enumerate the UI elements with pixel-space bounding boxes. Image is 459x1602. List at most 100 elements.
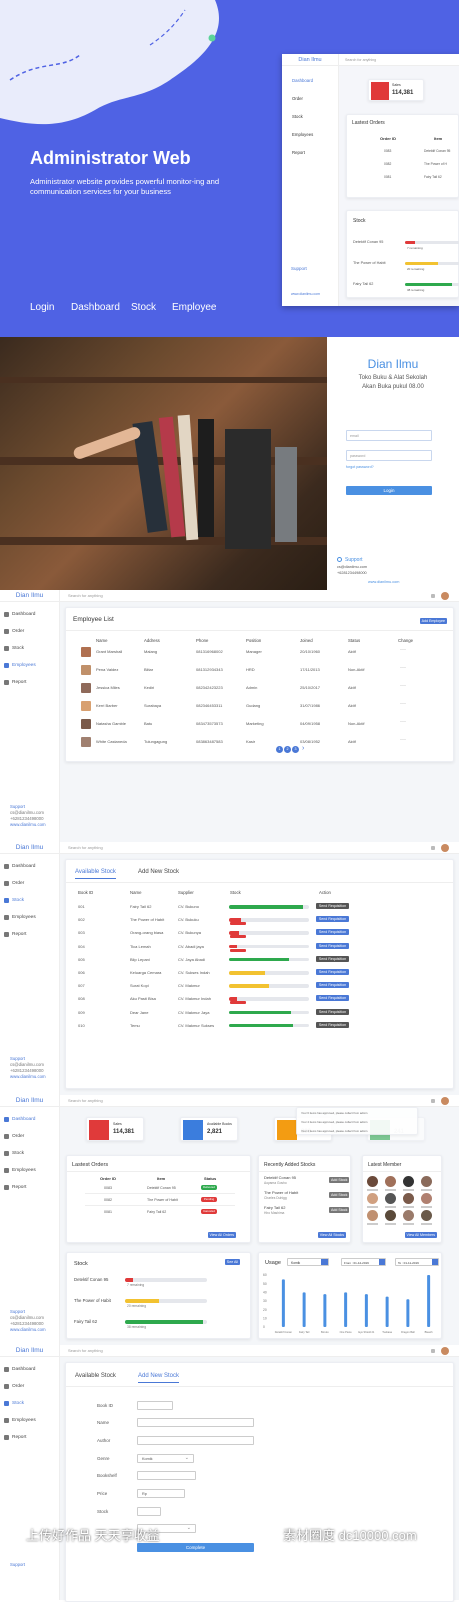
bell-icon[interactable] bbox=[431, 846, 435, 850]
add-stock-button[interactable]: Add Stock bbox=[329, 1192, 350, 1198]
chevron-right-icon[interactable]: › bbox=[302, 745, 304, 752]
view-all-stocks-button[interactable]: View All Stocks bbox=[317, 1232, 346, 1238]
preview-menu-employees[interactable]: Employees bbox=[292, 126, 338, 144]
member-avatar[interactable] bbox=[421, 1210, 432, 1221]
login-button[interactable]: Login bbox=[346, 486, 432, 495]
preview-menu-stock[interactable]: Stock bbox=[292, 108, 338, 126]
send-requisition-button[interactable]: Send Requisition bbox=[316, 1021, 349, 1028]
sidebar-item-order[interactable]: Order bbox=[0, 623, 59, 640]
send-requisition-button[interactable]: Send Requisition bbox=[316, 995, 349, 1002]
sidebar-item-stock[interactable]: Stock bbox=[0, 1395, 59, 1412]
send-requisition-button[interactable]: Send Requisition bbox=[316, 982, 349, 989]
search-input[interactable]: Search for anything bbox=[68, 845, 103, 850]
sidebar-item-dashboard[interactable]: Dashboard bbox=[0, 1111, 59, 1128]
member-avatar[interactable] bbox=[421, 1193, 432, 1204]
member-avatar[interactable] bbox=[403, 1193, 414, 1204]
hero-nav-stock[interactable]: Stock bbox=[131, 302, 156, 313]
preview-search[interactable]: Search for anything bbox=[345, 58, 376, 62]
more-icon[interactable]: ··· bbox=[400, 665, 406, 671]
member-avatar[interactable] bbox=[421, 1176, 432, 1187]
more-icon[interactable]: ··· bbox=[400, 701, 406, 707]
notification-item[interactable]: Your 4 items has approved, please collec… bbox=[301, 1120, 367, 1124]
sidebar-item-dashboard[interactable]: Dashboard bbox=[0, 606, 59, 623]
preview-menu-order[interactable]: Order bbox=[292, 90, 338, 108]
preview-menu-report[interactable]: Report bbox=[292, 144, 338, 162]
search-input[interactable]: Search for anything bbox=[68, 593, 103, 598]
login-password-input[interactable]: password bbox=[346, 450, 432, 461]
page-3[interactable]: 3 bbox=[292, 746, 299, 753]
send-requisition-button[interactable]: Send Requisition bbox=[316, 1008, 349, 1015]
see-all-button[interactable]: See All bbox=[224, 1259, 240, 1265]
hero-nav-employee[interactable]: Employee bbox=[172, 302, 216, 313]
tab-add-new-stock[interactable]: Add New Stock bbox=[138, 1373, 180, 1383]
category-select[interactable]: Komik bbox=[287, 1258, 329, 1266]
sidebar-item-order[interactable]: Order bbox=[0, 875, 59, 892]
sidebar-item-employees[interactable]: Employees bbox=[0, 657, 59, 674]
tab-add-new-stock[interactable]: Add New Stock bbox=[138, 869, 179, 875]
avatar[interactable] bbox=[441, 844, 449, 852]
date-to-input[interactable]: To : 01-11-2019 bbox=[395, 1258, 439, 1266]
avatar[interactable] bbox=[441, 1097, 449, 1105]
view-all-orders-button[interactable]: View All Orders bbox=[207, 1232, 236, 1238]
search-input[interactable]: Search for anything bbox=[68, 1098, 103, 1103]
stock-input[interactable] bbox=[137, 1507, 161, 1516]
sidebar-item-dashboard[interactable]: Dashboard bbox=[0, 858, 59, 875]
sidebar-item-dashboard[interactable]: Dashboard bbox=[0, 1361, 59, 1378]
member-avatar[interactable] bbox=[367, 1210, 378, 1221]
page-2[interactable]: 2 bbox=[284, 746, 291, 753]
forgot-password-link[interactable]: forgot password? bbox=[346, 465, 374, 469]
notification-item[interactable]: Your 4 items has approved, please collec… bbox=[301, 1129, 367, 1133]
more-icon[interactable]: ··· bbox=[400, 683, 406, 689]
genre-select[interactable]: Komik ⌄ bbox=[137, 1454, 194, 1463]
book-id-input[interactable] bbox=[137, 1401, 173, 1410]
more-icon[interactable]: ··· bbox=[400, 647, 406, 653]
member-avatar[interactable] bbox=[385, 1176, 396, 1187]
bookshelf-input[interactable] bbox=[137, 1471, 196, 1480]
sidebar-item-report[interactable]: Report bbox=[0, 926, 59, 943]
preview-menu-dashboard[interactable]: Dashboard bbox=[292, 72, 338, 90]
sidebar-item-report[interactable]: Report bbox=[0, 1429, 59, 1446]
bell-icon[interactable] bbox=[431, 594, 435, 598]
login-email-input[interactable]: email bbox=[346, 430, 432, 441]
add-stock-button[interactable]: Add Stock bbox=[329, 1207, 350, 1213]
notification-item[interactable]: Your 6 items has approved, please collec… bbox=[301, 1111, 367, 1115]
sidebar-item-stock[interactable]: Stock bbox=[0, 640, 59, 657]
tab-available-stock[interactable]: Available Stock bbox=[75, 869, 116, 879]
send-requisition-button[interactable]: Send Requisition bbox=[316, 929, 349, 936]
author-input[interactable] bbox=[137, 1436, 254, 1445]
member-avatar[interactable] bbox=[403, 1210, 414, 1221]
sidebar-item-employees[interactable]: Employees bbox=[0, 1162, 59, 1179]
send-requisition-button[interactable]: Send Requisition bbox=[316, 903, 349, 909]
sidebar-item-report[interactable]: Report bbox=[0, 1179, 59, 1196]
name-input[interactable] bbox=[137, 1418, 254, 1427]
sidebar-item-stock[interactable]: Stock bbox=[0, 892, 59, 909]
search-input[interactable]: Search for anything bbox=[68, 1348, 103, 1353]
avatar[interactable] bbox=[441, 1347, 449, 1355]
send-requisition-button[interactable]: Send Requisition bbox=[316, 955, 349, 962]
bell-icon[interactable] bbox=[431, 1099, 435, 1103]
tab-available-stock[interactable]: Available Stock bbox=[75, 1373, 116, 1379]
send-requisition-button[interactable]: Send Requisition bbox=[316, 969, 349, 975]
avatar[interactable] bbox=[441, 592, 449, 600]
member-avatar[interactable] bbox=[367, 1176, 378, 1187]
add-stock-button[interactable]: Add Stock bbox=[329, 1177, 350, 1183]
bell-icon[interactable] bbox=[431, 1349, 435, 1353]
sidebar-item-order[interactable]: Order bbox=[0, 1378, 59, 1395]
member-avatar[interactable] bbox=[385, 1210, 396, 1221]
more-icon[interactable]: ··· bbox=[400, 719, 406, 725]
sidebar-item-report[interactable]: Report bbox=[0, 674, 59, 691]
sidebar-item-employees[interactable]: Employees bbox=[0, 909, 59, 926]
send-requisition-button[interactable]: Send Requisition bbox=[316, 916, 349, 923]
more-icon[interactable]: ··· bbox=[400, 737, 406, 743]
hero-nav-dashboard[interactable]: Dashboard bbox=[71, 302, 120, 313]
send-requisition-button[interactable]: Send Requisition bbox=[316, 942, 349, 949]
member-avatar[interactable] bbox=[385, 1193, 396, 1204]
sidebar-item-stock[interactable]: Stock bbox=[0, 1145, 59, 1162]
add-employee-button[interactable]: Add Employee bbox=[419, 618, 447, 624]
sidebar-item-order[interactable]: Order bbox=[0, 1128, 59, 1145]
page-1[interactable]: 1 bbox=[276, 746, 283, 753]
sidebar-item-employees[interactable]: Employees bbox=[0, 1412, 59, 1429]
login-site[interactable]: www.dianilmu.com bbox=[368, 580, 399, 584]
member-avatar[interactable] bbox=[403, 1176, 414, 1187]
hero-nav-login[interactable]: Login bbox=[30, 302, 54, 313]
